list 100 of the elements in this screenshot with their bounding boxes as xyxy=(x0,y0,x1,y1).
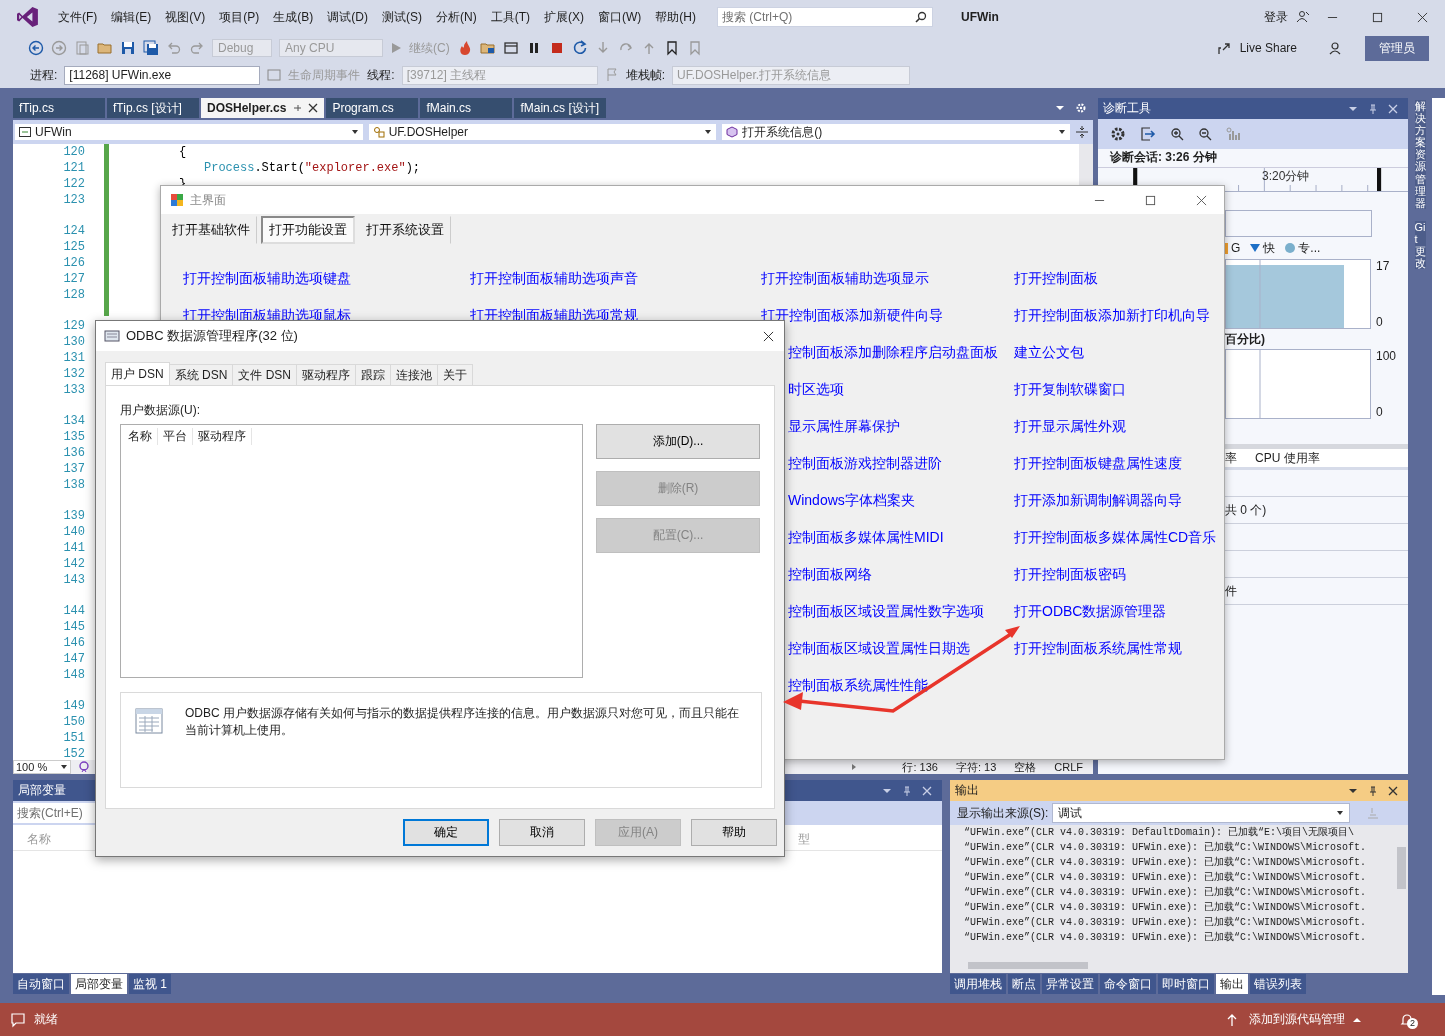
dialog-tab[interactable]: 关于 xyxy=(437,364,473,385)
panel-tab[interactable]: 输出 xyxy=(1216,974,1248,994)
menu-item[interactable]: 测试(S) xyxy=(375,8,429,26)
link[interactable]: 打开控制面板辅助选项显示 xyxy=(761,270,929,285)
column-header[interactable]: 驱动程序 xyxy=(193,427,252,445)
link[interactable]: 建立公文包 xyxy=(1014,344,1084,359)
close-icon[interactable] xyxy=(1196,194,1207,206)
side-tab[interactable]: 解决方案资源管理器 xyxy=(1414,100,1426,209)
dialog-button[interactable]: 取消 xyxy=(499,819,585,846)
menu-item[interactable]: 工具(T) xyxy=(483,8,537,26)
navigation-dropdown[interactable]: UFWin xyxy=(14,123,364,141)
restart-icon[interactable] xyxy=(571,40,588,56)
link[interactable]: 控制面板添加删除程序启动盘面板 xyxy=(788,344,998,359)
output-source-dropdown[interactable]: 调试 xyxy=(1052,803,1351,823)
menu-item[interactable]: 编辑(E) xyxy=(104,8,159,26)
caret-icon[interactable] xyxy=(1353,1015,1361,1024)
window-icon[interactable] xyxy=(502,40,519,56)
link[interactable]: 打开复制软碟窗口 xyxy=(1014,381,1126,396)
zoom-out-icon[interactable] xyxy=(1198,127,1212,141)
side-tab[interactable]: Git 更改 xyxy=(1414,220,1426,270)
column-header[interactable]: 名称 xyxy=(123,427,158,445)
panel-tab[interactable]: 局部变量 xyxy=(71,974,127,994)
admin-badge[interactable]: 管理员 xyxy=(1365,35,1429,61)
close-icon[interactable] xyxy=(308,103,319,113)
form-tab[interactable]: 打开功能设置 xyxy=(261,216,355,244)
link[interactable]: 打开显示属性外观 xyxy=(1014,418,1126,433)
dialog-button[interactable]: 帮助 xyxy=(691,819,777,846)
menu-item[interactable]: 帮助(H) xyxy=(648,8,703,26)
link[interactable]: 显示属性屏幕保护 xyxy=(788,418,900,433)
close-icon[interactable] xyxy=(763,330,774,342)
link[interactable]: 打开控制面板添加新打印机向导 xyxy=(1014,307,1210,322)
document-tab[interactable]: DOSHelper.cs xyxy=(201,98,325,118)
settings-icon[interactable] xyxy=(1110,126,1126,142)
maximize-icon[interactable] xyxy=(1372,11,1383,23)
document-tab[interactable]: fMain.cs [设计] xyxy=(514,98,607,118)
link[interactable]: 打开控制面板辅助选项声音 xyxy=(470,270,638,285)
document-tab[interactable]: fTip.cs [设计] xyxy=(107,98,199,118)
scrollbar-thumb[interactable] xyxy=(968,962,1088,969)
summary-tab[interactable]: CPU 使用率 xyxy=(1255,449,1320,467)
dialog-tab[interactable]: 用户 DSN xyxy=(105,362,170,385)
dialog-button[interactable]: 添加(D)... xyxy=(596,424,760,459)
link[interactable]: 打开ODBC数据源管理器 xyxy=(1014,603,1167,618)
sign-in-link[interactable]: 登录 xyxy=(1264,8,1288,26)
source-control-button[interactable]: 添加到源代码管理 xyxy=(1249,1011,1345,1028)
pin-icon[interactable] xyxy=(292,103,303,113)
link[interactable]: 打开控制面板键盘属性速度 xyxy=(1014,455,1182,470)
split-icon[interactable] xyxy=(1075,125,1089,139)
maximize-icon[interactable] xyxy=(1145,194,1156,206)
link[interactable]: 控制面板系统属性性能 xyxy=(788,677,928,692)
link[interactable]: 控制面板多媒体属性MIDI xyxy=(788,529,944,544)
panel-tab[interactable]: 异常设置 xyxy=(1042,974,1098,994)
column-header[interactable]: 平台 xyxy=(158,427,193,445)
navigation-dropdown[interactable]: UF.DOSHelper xyxy=(367,123,718,141)
link[interactable]: 打开控制面板多媒体属性CD音乐 xyxy=(1014,529,1217,544)
panel-tab[interactable]: 调用堆栈 xyxy=(950,974,1006,994)
pin-icon[interactable] xyxy=(1368,785,1378,796)
folder-search-icon[interactable] xyxy=(479,40,496,56)
link[interactable]: 打开控制面板辅助选项键盘 xyxy=(183,270,351,285)
save-icon[interactable] xyxy=(120,40,136,56)
live-share-button[interactable]: Live Share xyxy=(1239,41,1297,55)
close-icon[interactable] xyxy=(1417,11,1428,23)
link[interactable]: Windows字体档案夹 xyxy=(788,492,915,507)
zoom-in-icon[interactable] xyxy=(1170,127,1184,141)
menu-item[interactable]: 分析(N) xyxy=(429,8,484,26)
process-dropdown[interactable]: [11268] UFWin.exe xyxy=(64,65,261,85)
panel-tab[interactable]: 监视 1 xyxy=(129,974,171,994)
link[interactable]: 控制面板网络 xyxy=(788,566,872,581)
document-tab[interactable]: fMain.cs xyxy=(420,98,513,118)
link[interactable]: 时区选项 xyxy=(788,381,844,396)
panel-tab[interactable]: 断点 xyxy=(1008,974,1040,994)
person-icon[interactable] xyxy=(1296,10,1310,24)
menu-item[interactable]: 窗口(W) xyxy=(591,8,649,26)
link[interactable]: 打开控制面板 xyxy=(1014,270,1098,285)
dialog-button[interactable]: 确定 xyxy=(403,819,489,846)
link[interactable]: 控制面板区域设置属性日期选 xyxy=(788,640,970,655)
link[interactable]: 控制面板游戏控制器进阶 xyxy=(788,455,942,470)
navigation-dropdown[interactable]: 打开系统信息() xyxy=(721,123,1071,141)
panel-tab[interactable]: 命令窗口 xyxy=(1100,974,1156,994)
share-icon[interactable] xyxy=(1216,40,1233,56)
link[interactable]: 控制面板区域设置属性数字选项 xyxy=(788,603,984,618)
save-all-icon[interactable] xyxy=(143,40,159,56)
summary-tab[interactable]: 率 xyxy=(1225,449,1237,467)
menu-item[interactable]: 调试(D) xyxy=(320,8,375,26)
menu-item[interactable]: 扩展(X) xyxy=(537,8,591,26)
scrollbar-thumb[interactable] xyxy=(1397,847,1406,889)
export-icon[interactable] xyxy=(1140,126,1156,142)
panel-tab[interactable]: 错误列表 xyxy=(1250,974,1306,994)
zoom-dropdown[interactable]: 100 % xyxy=(13,760,71,774)
panel-tab[interactable]: 即时窗口 xyxy=(1158,974,1214,994)
menu-item[interactable]: 项目(P) xyxy=(212,8,267,26)
menu-item[interactable]: 生成(B) xyxy=(266,8,321,26)
search-field[interactable]: 搜索 (Ctrl+Q) xyxy=(717,7,933,27)
up-arrow-icon[interactable] xyxy=(1225,1012,1239,1027)
back-icon[interactable] xyxy=(28,40,44,56)
menu-item[interactable]: 文件(F) xyxy=(51,8,105,26)
document-tab[interactable]: fTip.cs xyxy=(13,98,105,118)
close-icon[interactable] xyxy=(1388,785,1398,796)
dropdown-arrow-icon[interactable] xyxy=(1055,103,1065,113)
link[interactable]: 打开控制面板密码 xyxy=(1014,566,1126,581)
document-tab[interactable]: Program.cs xyxy=(326,98,419,118)
